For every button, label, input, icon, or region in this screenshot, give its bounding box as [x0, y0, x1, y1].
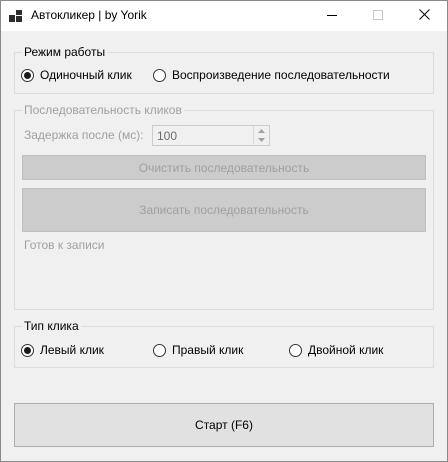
radio-playback-sequence-indicator: [153, 68, 166, 82]
mode-group-legend: Режим работы: [22, 44, 108, 60]
minimize-icon: [327, 9, 337, 23]
maximize-icon: [373, 9, 383, 23]
chevron-up-icon: [257, 128, 265, 133]
delay-input-value: 100: [157, 129, 178, 143]
delay-input[interactable]: 100: [152, 125, 270, 146]
chevron-down-icon: [257, 137, 265, 142]
radio-left-click-label: Левый клик: [40, 343, 104, 357]
delay-label: Задержка после (мс):: [24, 128, 144, 142]
radio-single-click[interactable]: Одиночный клик: [21, 68, 132, 82]
record-sequence-button[interactable]: Записать последовательность: [22, 188, 426, 232]
radio-right-click-indicator: [153, 343, 166, 357]
spin-down-button[interactable]: [253, 135, 268, 144]
radio-right-click-label: Правый клик: [172, 343, 244, 357]
close-icon: [418, 9, 430, 23]
radio-single-click-label: Одиночный клик: [40, 68, 132, 82]
clear-sequence-button[interactable]: Очистить последовательность: [22, 155, 426, 180]
radio-double-click-indicator: [289, 343, 302, 357]
click-type-group-legend: Тип клика: [22, 318, 81, 334]
window-title: Автокликер | by Yorik: [31, 8, 147, 22]
start-button[interactable]: Старт (F6): [14, 403, 434, 447]
sequence-status: Готов к записи: [24, 238, 105, 252]
close-button[interactable]: [401, 1, 447, 31]
maximize-button[interactable]: [355, 1, 401, 31]
radio-left-click[interactable]: Левый клик: [21, 343, 104, 357]
start-button-label: Старт (F6): [195, 418, 253, 432]
clear-sequence-button-label: Очистить последовательность: [138, 160, 310, 175]
radio-playback-sequence[interactable]: Воспроизведение последовательности: [153, 68, 390, 82]
radio-double-click-label: Двойной клик: [308, 343, 384, 357]
radio-single-click-indicator: [21, 68, 34, 82]
radio-playback-sequence-label: Воспроизведение последовательности: [172, 68, 390, 82]
title-bar[interactable]: Автокликер | by Yorik: [1, 1, 447, 31]
radio-double-click[interactable]: Двойной клик: [289, 343, 383, 357]
spin-up-button[interactable]: [253, 126, 268, 135]
minimize-button[interactable]: [309, 1, 355, 31]
radio-right-click[interactable]: Правый клик: [153, 343, 243, 357]
app-window: Автокликер | by Yorik Режим работы Одино: [0, 0, 448, 462]
record-sequence-button-label: Записать последовательность: [139, 203, 309, 217]
app-icon: [9, 9, 23, 23]
radio-left-click-indicator: [21, 343, 34, 357]
sequence-group-legend: Последовательность кликов: [22, 102, 184, 118]
